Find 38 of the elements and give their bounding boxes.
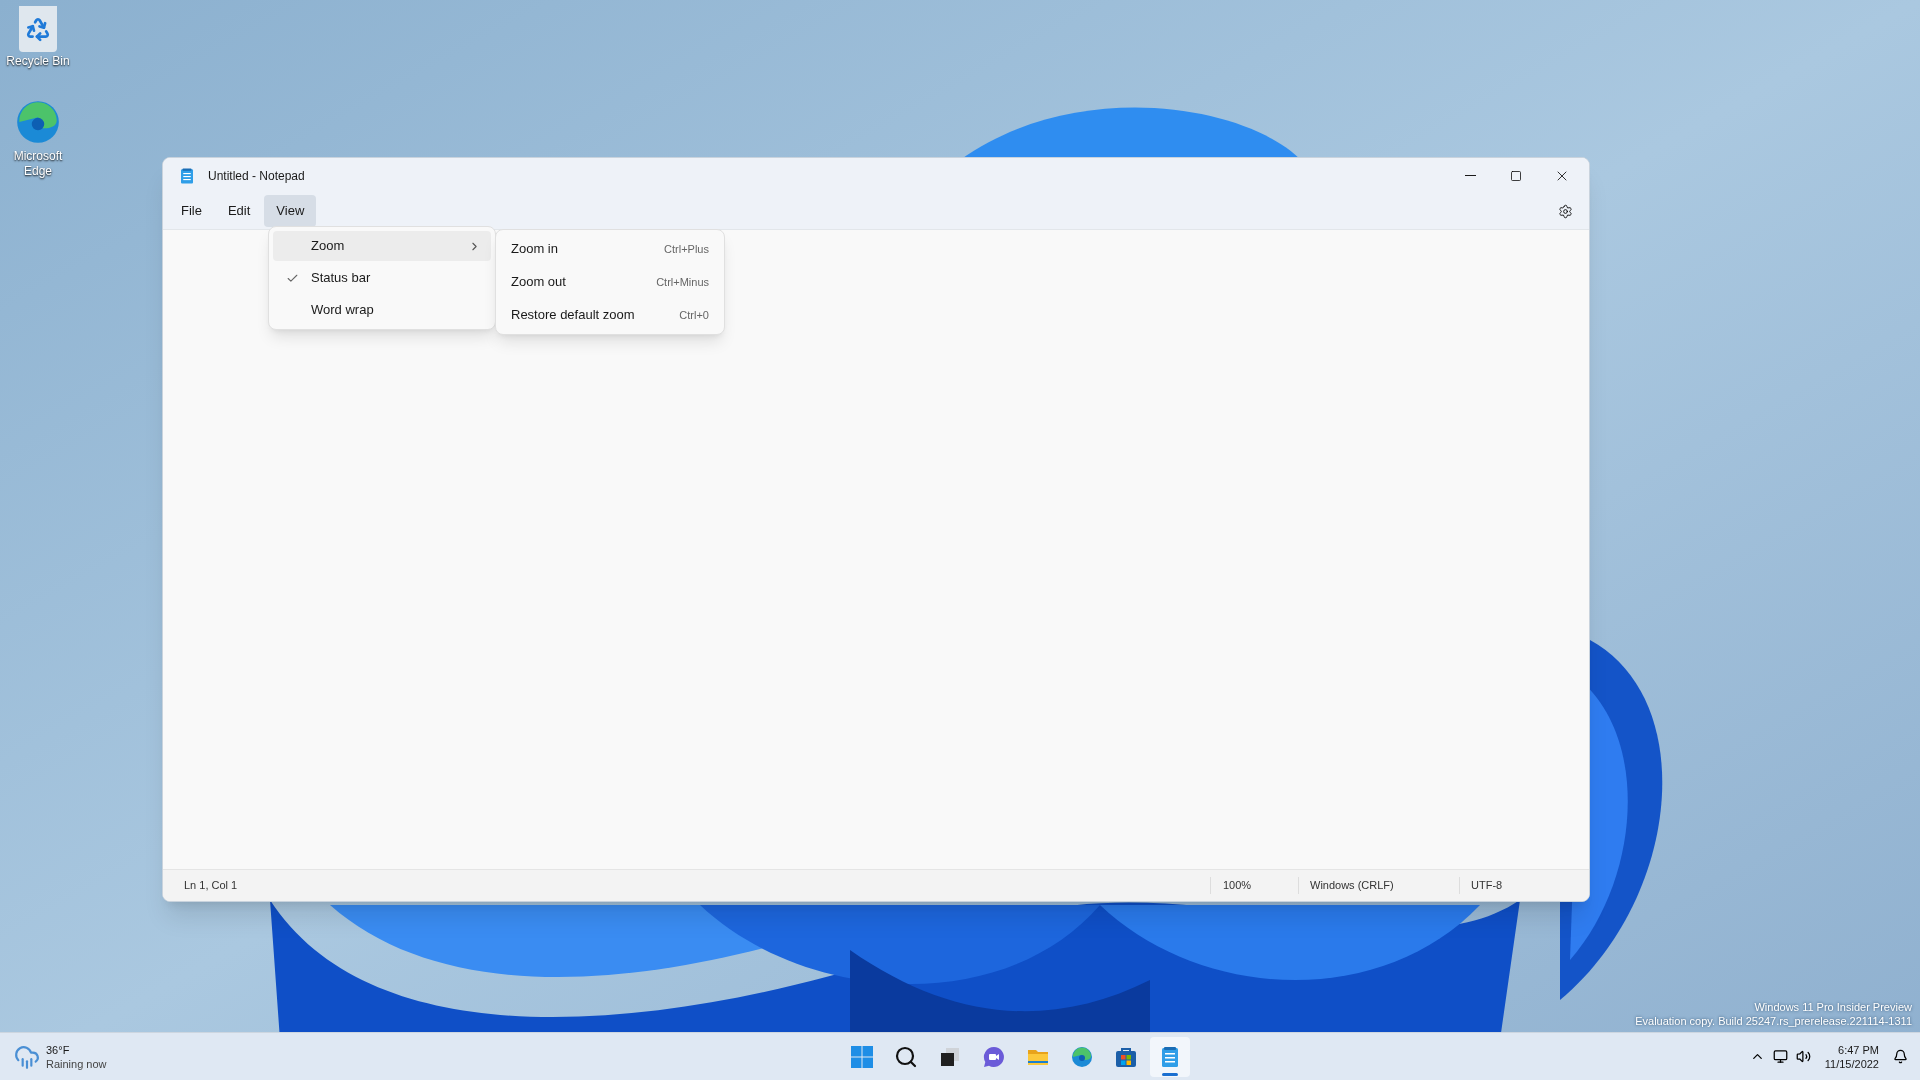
active-indicator xyxy=(1161,1072,1178,1076)
build-notice: Windows 11 Pro Insider Preview xyxy=(1754,1000,1912,1014)
menu-item[interactable]: Status bar xyxy=(273,263,491,293)
clock-time[interactable]: 6:47 PM xyxy=(1838,1042,1879,1057)
chat-icon xyxy=(981,1044,1006,1069)
notification-icon[interactable] xyxy=(1893,1049,1908,1064)
shortcut-label: Ctrl+Plus xyxy=(664,241,709,257)
weather-icon xyxy=(14,1043,40,1070)
shortcut-label: Ctrl+Minus xyxy=(656,274,709,290)
maximize-icon xyxy=(1510,169,1522,182)
windows-logo-icon xyxy=(849,1044,874,1069)
window-title: Untitled - Notepad xyxy=(208,167,305,185)
minimize-icon xyxy=(1464,175,1476,176)
menu-item[interactable]: Zoom xyxy=(273,231,491,261)
weather-widget[interactable]: 36°F Raining now xyxy=(14,1036,134,1077)
recycle-bin-icon xyxy=(19,6,57,52)
search-icon xyxy=(893,1044,918,1069)
temperature: 36°F xyxy=(46,1042,71,1057)
weather-condition: Raining now xyxy=(46,1056,107,1071)
cursor-position: Ln 1, Col 1 xyxy=(183,878,239,894)
menu-bar-item[interactable]: View xyxy=(264,195,317,227)
clock-date[interactable]: 11/15/2022 xyxy=(1824,1056,1879,1071)
menu-item[interactable]: Word wrap xyxy=(273,295,491,325)
menu-item[interactable]: Zoom in Ctrl+Plus xyxy=(500,234,720,264)
shortcut-label: Ctrl+0 xyxy=(679,307,709,323)
menu-item[interactable]: Restore default zoom Ctrl+0 xyxy=(500,300,720,330)
menu-bar-item[interactable]: Edit xyxy=(215,195,263,227)
volume-icon[interactable] xyxy=(1795,1049,1811,1064)
line-ending: Windows (CRLF) xyxy=(1298,877,1459,894)
notepad-icon xyxy=(178,166,196,185)
encoding: UTF-8 xyxy=(1459,877,1589,894)
build-notice: Evaluation copy. Build 25247.rs_prerelease.221114-1311 xyxy=(1635,1014,1912,1028)
browser-icon xyxy=(1069,1044,1094,1069)
settings-icon xyxy=(1557,203,1573,219)
menu-bar-item[interactable]: File xyxy=(169,195,214,227)
zoom-level: 100% xyxy=(1210,877,1298,894)
network-icon[interactable] xyxy=(1772,1049,1788,1064)
menu-item[interactable]: Zoom out Ctrl+Minus xyxy=(500,267,720,297)
